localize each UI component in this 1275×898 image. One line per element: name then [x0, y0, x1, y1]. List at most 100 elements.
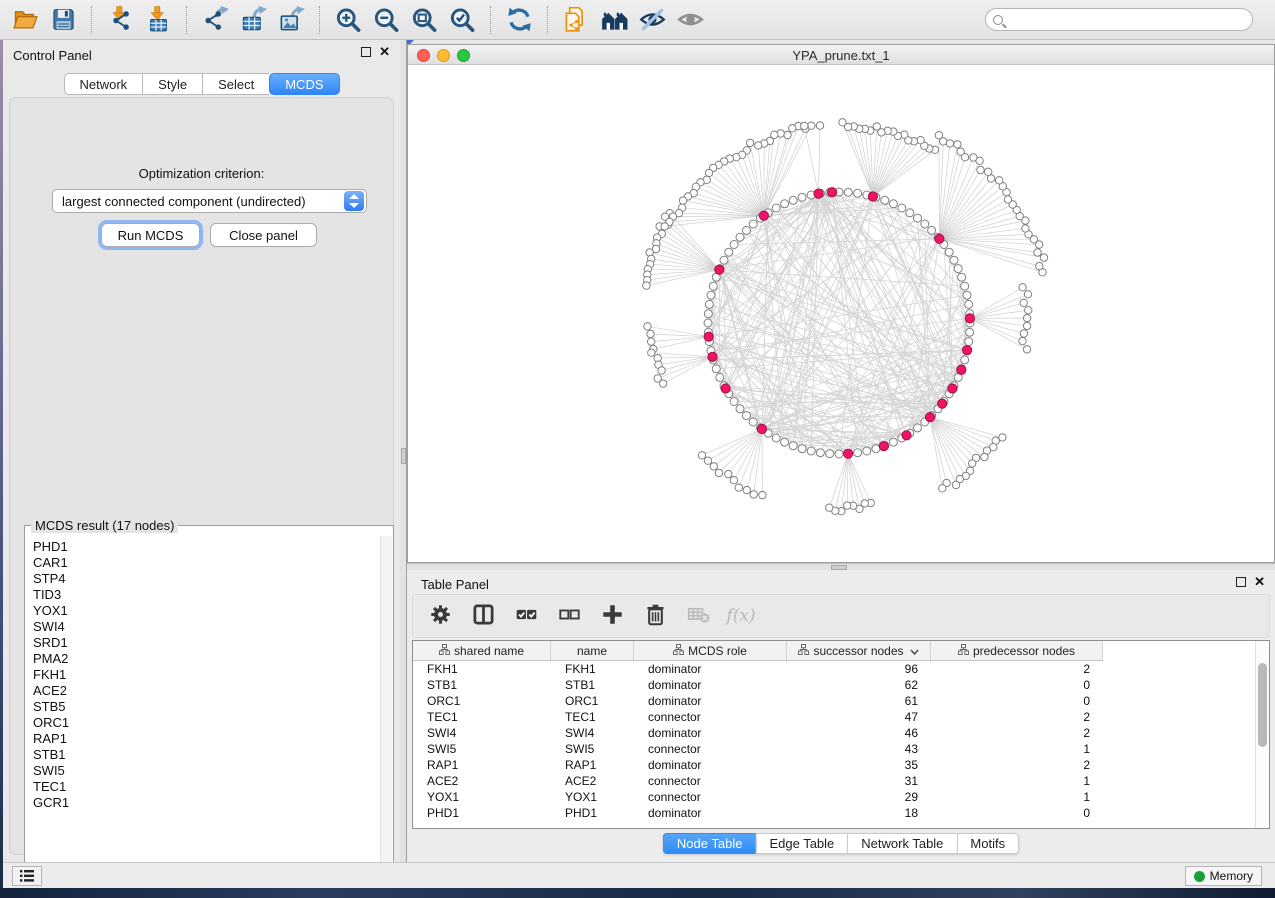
network-leaf-node[interactable]: [735, 484, 742, 491]
network-leaf-node[interactable]: [644, 323, 651, 330]
splitter-handle[interactable]: [401, 448, 406, 464]
network-hub-node[interactable]: [948, 384, 957, 393]
export-network-button[interactable]: [196, 4, 234, 36]
network-leaf-node[interactable]: [750, 491, 757, 498]
tab-motifs[interactable]: Motifs: [956, 833, 1019, 854]
network-node[interactable]: [704, 319, 712, 327]
network-leaf-node[interactable]: [957, 148, 964, 155]
network-leaf-node[interactable]: [839, 119, 846, 126]
cell-name[interactable]: STB1: [551, 678, 634, 692]
table-row[interactable]: PHD1PHD1dominator180: [413, 805, 1255, 821]
network-node[interactable]: [736, 233, 744, 241]
network-leaf-node[interactable]: [844, 502, 851, 509]
network-hub-node[interactable]: [879, 442, 888, 451]
network-leaf-node[interactable]: [939, 485, 946, 492]
zoom-fit-button[interactable]: [405, 4, 443, 36]
cell-name[interactable]: ACE2: [551, 774, 634, 788]
network-node[interactable]: [749, 418, 757, 426]
close-panel-button[interactable]: Close panel: [210, 223, 317, 247]
cell-successor-nodes[interactable]: 35: [787, 758, 931, 772]
column-header-predecessor-nodes[interactable]: predecessor nodes: [931, 641, 1103, 660]
vertical-splitter[interactable]: [400, 40, 407, 862]
network-leaf-node[interactable]: [1024, 291, 1031, 298]
network-leaf-node[interactable]: [801, 122, 808, 129]
table-row[interactable]: STB1STB1dominator620: [413, 677, 1255, 693]
network-leaf-node[interactable]: [658, 367, 665, 374]
cell-name[interactable]: RAP1: [551, 758, 634, 772]
network-node[interactable]: [789, 442, 797, 450]
cell-MCDS-role[interactable]: connector: [634, 790, 787, 804]
network-leaf-node[interactable]: [935, 132, 942, 139]
cell-successor-nodes[interactable]: 18: [787, 806, 931, 820]
network-leaf-node[interactable]: [730, 477, 737, 484]
network-hub-node[interactable]: [721, 384, 730, 393]
network-leaf-node[interactable]: [1023, 346, 1030, 353]
float-panel-icon[interactable]: [1236, 577, 1246, 587]
cell-predecessor-nodes[interactable]: 1: [931, 790, 1103, 804]
add-column-plus-button[interactable]: [599, 603, 625, 629]
cell-shared-name[interactable]: RAP1: [413, 758, 551, 772]
table-row[interactable]: TEC1TEC1connector472: [413, 709, 1255, 725]
network-leaf-node[interactable]: [969, 460, 976, 467]
network-leaf-node[interactable]: [952, 481, 959, 488]
network-leaf-node[interactable]: [659, 380, 666, 387]
network-leaf-node[interactable]: [661, 223, 668, 230]
cell-predecessor-nodes[interactable]: 1: [931, 742, 1103, 756]
cell-predecessor-nodes[interactable]: 0: [931, 678, 1103, 692]
network-leaf-node[interactable]: [981, 453, 988, 460]
network-leaf-node[interactable]: [643, 282, 650, 289]
refresh-button[interactable]: [500, 4, 538, 36]
network-node[interactable]: [707, 291, 715, 299]
cell-predecessor-nodes[interactable]: 0: [931, 806, 1103, 820]
network-node[interactable]: [730, 398, 738, 406]
cell-successor-nodes[interactable]: 61: [787, 694, 931, 708]
cell-shared-name[interactable]: ACE2: [413, 774, 551, 788]
tab-network-table[interactable]: Network Table: [847, 833, 956, 854]
panel-list-button[interactable]: [12, 866, 42, 886]
tab-network[interactable]: Network: [63, 73, 142, 95]
table-row[interactable]: ACE2ACE2connector311: [413, 773, 1255, 789]
network-node[interactable]: [736, 405, 744, 413]
zoom-out-button[interactable]: [367, 4, 405, 36]
cell-successor-nodes[interactable]: 43: [787, 742, 931, 756]
network-hub-node[interactable]: [757, 424, 766, 433]
export-table-button[interactable]: [234, 4, 272, 36]
zoom-selected-button[interactable]: [443, 4, 481, 36]
browse-mode-columns-button[interactable]: [470, 603, 496, 629]
network-hub-node[interactable]: [938, 399, 947, 408]
cell-predecessor-nodes[interactable]: 2: [931, 758, 1103, 772]
network-node[interactable]: [898, 204, 906, 212]
clone-network-button[interactable]: [557, 4, 595, 36]
cell-MCDS-role[interactable]: dominator: [634, 806, 787, 820]
network-node[interactable]: [914, 424, 922, 432]
network-leaf-node[interactable]: [755, 142, 762, 149]
network-node[interactable]: [963, 291, 971, 299]
network-node[interactable]: [854, 449, 862, 457]
cell-successor-nodes[interactable]: 29: [787, 790, 931, 804]
select-all-checkboxes-button[interactable]: [513, 603, 539, 629]
cell-name[interactable]: SWI4: [551, 726, 634, 740]
cell-shared-name[interactable]: ORC1: [413, 694, 551, 708]
network-node[interactable]: [958, 273, 966, 281]
network-node[interactable]: [725, 248, 733, 256]
cell-MCDS-role[interactable]: dominator: [634, 678, 787, 692]
network-leaf-node[interactable]: [1022, 225, 1029, 232]
cell-MCDS-role[interactable]: dominator: [634, 758, 787, 772]
memory-button[interactable]: Memory: [1185, 866, 1262, 886]
cell-MCDS-role[interactable]: connector: [634, 774, 787, 788]
network-leaf-node[interactable]: [1036, 262, 1043, 269]
cell-shared-name[interactable]: STB1: [413, 678, 551, 692]
close-panel-icon[interactable]: ✕: [379, 47, 390, 57]
network-leaf-node[interactable]: [759, 491, 766, 498]
network-node[interactable]: [965, 338, 973, 346]
network-node[interactable]: [906, 209, 914, 217]
network-node[interactable]: [716, 373, 724, 381]
network-node[interactable]: [863, 447, 871, 455]
network-leaf-node[interactable]: [705, 169, 712, 176]
network-leaf-node[interactable]: [784, 131, 791, 138]
network-leaf-node[interactable]: [873, 123, 880, 130]
cell-shared-name[interactable]: TEC1: [413, 710, 551, 724]
network-node[interactable]: [826, 450, 834, 458]
network-leaf-node[interactable]: [789, 125, 796, 132]
network-leaf-node[interactable]: [1023, 314, 1030, 321]
